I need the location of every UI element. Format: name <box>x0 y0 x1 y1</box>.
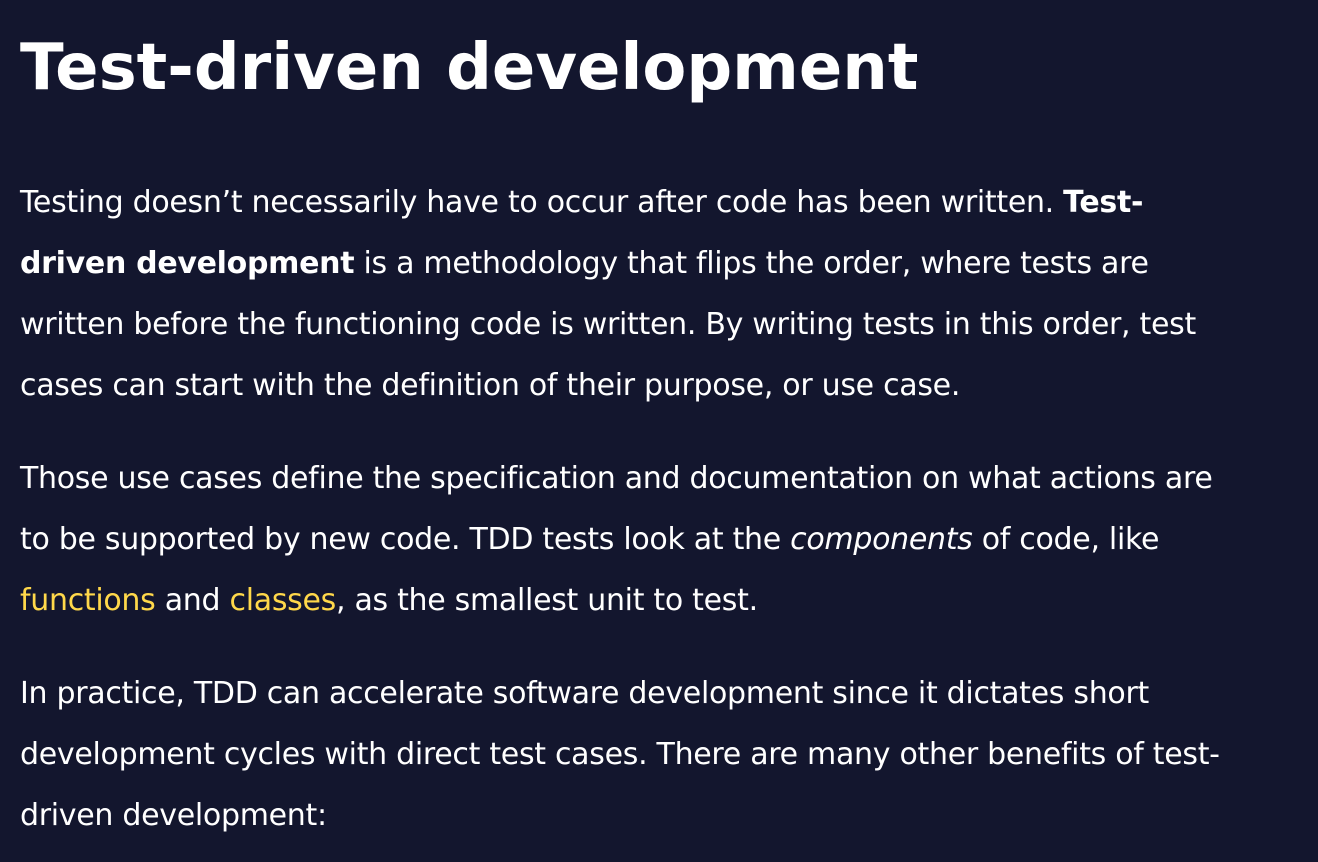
paragraph-line: development cycles with direct test case… <box>20 737 1220 772</box>
paragraph-line: Those use cases define the specification… <box>20 461 1213 496</box>
paragraph-in-practice: In practice, TDD can accelerate software… <box>20 663 1314 846</box>
paragraph-line: to be supported by new code. TDD tests l… <box>20 509 1314 570</box>
functions-link[interactable]: functions <box>20 583 156 618</box>
page-title: Test-driven development <box>20 31 919 105</box>
text-span: Testing doesn’t necessarily have to occu… <box>20 185 1064 220</box>
article-content: Test-driven development Testing doesn’t … <box>20 0 1314 846</box>
bold-term-test: Test- <box>1063 185 1144 220</box>
paragraph-line: cases can start with the definition of t… <box>20 368 961 403</box>
italic-term-components: components <box>790 522 973 557</box>
paragraph-line: driven development: <box>20 798 327 833</box>
text-span: is a methodology that flips the order, w… <box>354 246 1149 281</box>
paragraph-line: written before the functioning code is w… <box>20 307 1196 342</box>
paragraph-line: functions and classes, as the smallest u… <box>20 570 1314 631</box>
paragraph-line: In practice, TDD can accelerate software… <box>20 676 1149 711</box>
text-span: to be supported by new code. TDD tests l… <box>20 522 791 557</box>
text-span: , as the smallest unit to test. <box>335 583 758 618</box>
text-span: and <box>155 583 230 618</box>
bold-term-driven-development: driven development <box>20 246 355 281</box>
paragraph-line: Testing doesn’t necessarily have to occu… <box>20 172 1314 233</box>
text-span: of code, like <box>972 522 1160 557</box>
classes-link[interactable]: classes <box>230 583 337 618</box>
paragraph-use-cases: Those use cases define the specification… <box>20 448 1314 631</box>
paragraph-tdd-intro: Testing doesn’t necessarily have to occu… <box>20 172 1314 416</box>
paragraph-line: driven development is a methodology that… <box>20 233 1314 294</box>
